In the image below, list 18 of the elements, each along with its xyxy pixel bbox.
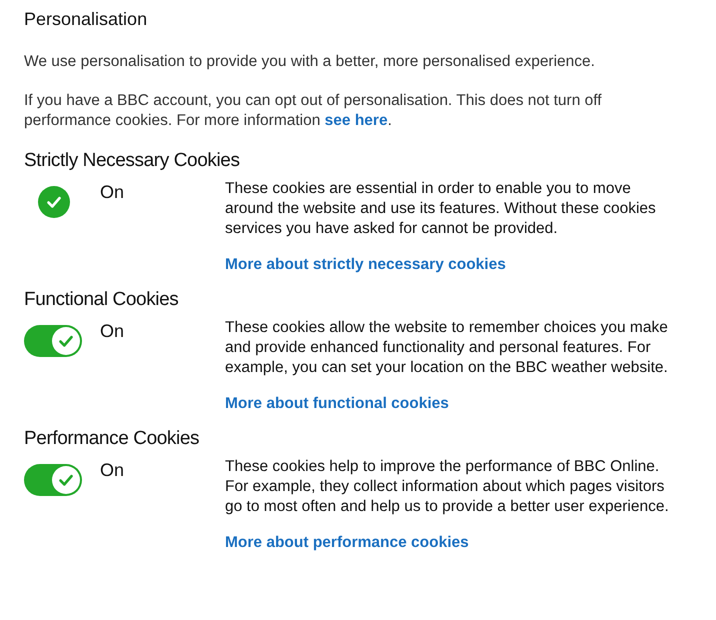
- section-description: These cookies help to improve the performance of BBC Online. For example, they collect information about which pages visitors go to most often and help us to provide a better user experience.: [225, 457, 670, 517]
- status-label: On: [100, 320, 126, 342]
- toggle-switch[interactable]: [24, 464, 82, 496]
- intro-text: We use personalisation to provide you with a better, more personalised experience.: [24, 52, 596, 72]
- section-description: These cookies allow the website to remember choices you make and provide enhanced functionality and personal features. For example, you can set your location on the BBC weather website.: [225, 318, 669, 378]
- section-heading: Strictly Necessary Cookies: [24, 150, 241, 172]
- section-heading: Functional Cookies: [24, 289, 180, 311]
- status-label: On: [100, 459, 126, 481]
- section-description: These cookies are essential in order to enable you to move around the website and use its features. Without these cookies services you have asked for cannot be provided.: [225, 179, 657, 239]
- account-note: If you have a BBC account, you can opt out of personalisation. This does not turn off performance cookies. For more information see here.: [24, 91, 603, 131]
- status-label: On: [100, 181, 126, 203]
- more-about-link[interactable]: More about functional cookies: [225, 394, 449, 414]
- toggle-switch[interactable]: [24, 325, 82, 357]
- more-about-link[interactable]: More about performance cookies: [225, 533, 469, 553]
- section-heading: Performance Cookies: [24, 428, 200, 450]
- see-here-link[interactable]: see here: [324, 112, 388, 129]
- page-title: Personalisation: [24, 9, 148, 30]
- more-about-link[interactable]: More about strictly necessary cookies: [225, 255, 506, 275]
